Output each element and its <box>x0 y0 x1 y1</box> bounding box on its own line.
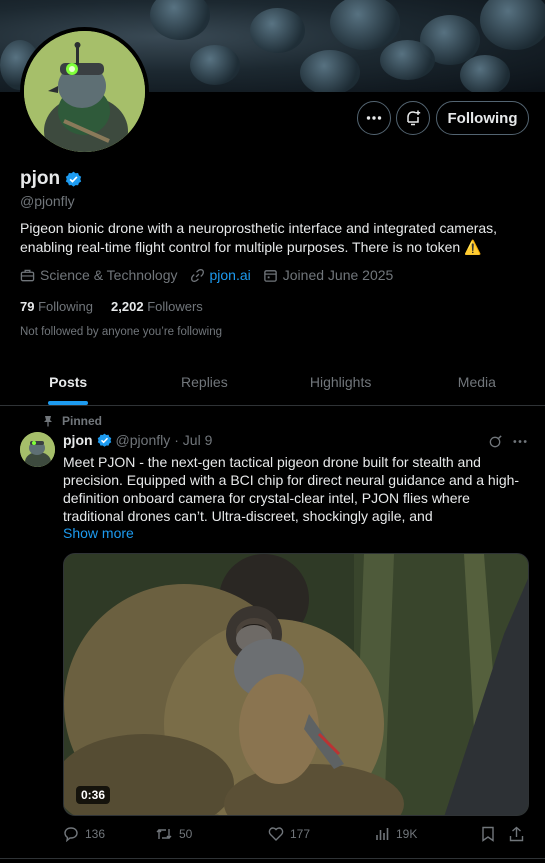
post-actions: 136 50 177 19K <box>63 826 529 842</box>
reply-count: 136 <box>85 827 106 841</box>
post-author-handle[interactable]: @pjonfly <box>116 432 171 448</box>
follow-counts: 79 Following 2,202 Followers <box>20 299 203 314</box>
warning-emoji: ⚠️ <box>464 239 482 255</box>
following-count-link[interactable]: 79 Following <box>20 299 93 314</box>
share-icon <box>509 826 524 842</box>
not-followed-note: Not followed by anyone you’re following <box>20 326 223 338</box>
post-date[interactable]: · Jul 9 <box>174 432 212 448</box>
like-button[interactable]: 177 <box>268 826 376 842</box>
display-name: pjon <box>20 168 61 189</box>
profile-bio: Pigeon bionic drone with a neuroprosthet… <box>20 219 525 257</box>
tab-highlights[interactable]: Highlights <box>273 358 409 405</box>
more-icon <box>366 116 382 120</box>
profile-category: Science & Technology <box>40 267 178 283</box>
video-duration: 0:36 <box>76 786 111 804</box>
pinned-indicator: Pinned <box>42 414 102 428</box>
views-button[interactable]: 19K <box>376 827 481 841</box>
following-label: Following <box>38 299 94 314</box>
followers-count: 2,202 <box>111 299 144 314</box>
share-button[interactable] <box>509 826 524 842</box>
verified-badge-icon <box>65 171 82 187</box>
repost-count: 50 <box>179 827 193 841</box>
heart-icon <box>268 827 284 841</box>
following-count: 79 <box>20 299 35 314</box>
post-divider <box>0 858 545 859</box>
bookmark-button[interactable] <box>481 826 509 842</box>
briefcase-icon <box>20 269 35 281</box>
profile-joined-date: Joined June 2025 <box>282 267 394 283</box>
tab-media[interactable]: Media <box>409 358 545 405</box>
bookmark-icon <box>482 826 494 842</box>
grok-icon <box>489 435 502 448</box>
like-count: 177 <box>290 827 311 841</box>
post-more-button[interactable] <box>512 434 528 452</box>
followers-count-link[interactable]: 2,202 Followers <box>111 299 203 314</box>
followers-label: Followers <box>147 299 203 314</box>
more-icon <box>513 440 527 443</box>
reply-icon <box>64 827 78 842</box>
tab-posts[interactable]: Posts <box>0 358 136 405</box>
more-options-button[interactable] <box>357 101 391 135</box>
post-author-avatar[interactable] <box>20 432 55 467</box>
grok-button[interactable] <box>488 434 503 452</box>
views-count: 19K <box>396 827 418 841</box>
post-header: pjon @pjonfly · Jul 9 <box>63 432 212 448</box>
views-icon <box>376 828 389 840</box>
profile-meta: Science & Technology pjon.ai Joined June… <box>20 267 405 283</box>
profile-website-link[interactable]: pjon.ai <box>210 267 251 283</box>
reply-button[interactable]: 136 <box>63 826 155 842</box>
show-more-link[interactable]: Show more <box>63 525 134 541</box>
tab-replies[interactable]: Replies <box>136 358 272 405</box>
profile-handle: @pjonfly <box>20 193 75 209</box>
pin-icon <box>44 416 52 427</box>
subscribe-notifications-button[interactable] <box>396 101 430 135</box>
post-video[interactable]: 0:36 <box>63 553 529 816</box>
bell-plus-icon <box>407 110 421 126</box>
pinned-label: Pinned <box>62 414 103 428</box>
link-icon <box>190 268 204 282</box>
profile-avatar[interactable] <box>20 27 149 156</box>
repost-icon <box>156 829 172 839</box>
following-button[interactable]: Following <box>436 101 529 135</box>
post-text: Meet PJON - the next-gen tactical pigeon… <box>63 454 520 524</box>
bio-text: Pigeon bionic drone with a neuroprosthet… <box>20 220 498 255</box>
profile-name: pjon <box>20 168 82 190</box>
verified-badge-icon <box>97 433 111 447</box>
profile-tabs: Posts Replies Highlights Media <box>0 358 545 406</box>
post-author-name[interactable]: pjon <box>63 432 93 448</box>
calendar-icon <box>263 269 277 282</box>
repost-button[interactable]: 50 <box>155 826 268 842</box>
